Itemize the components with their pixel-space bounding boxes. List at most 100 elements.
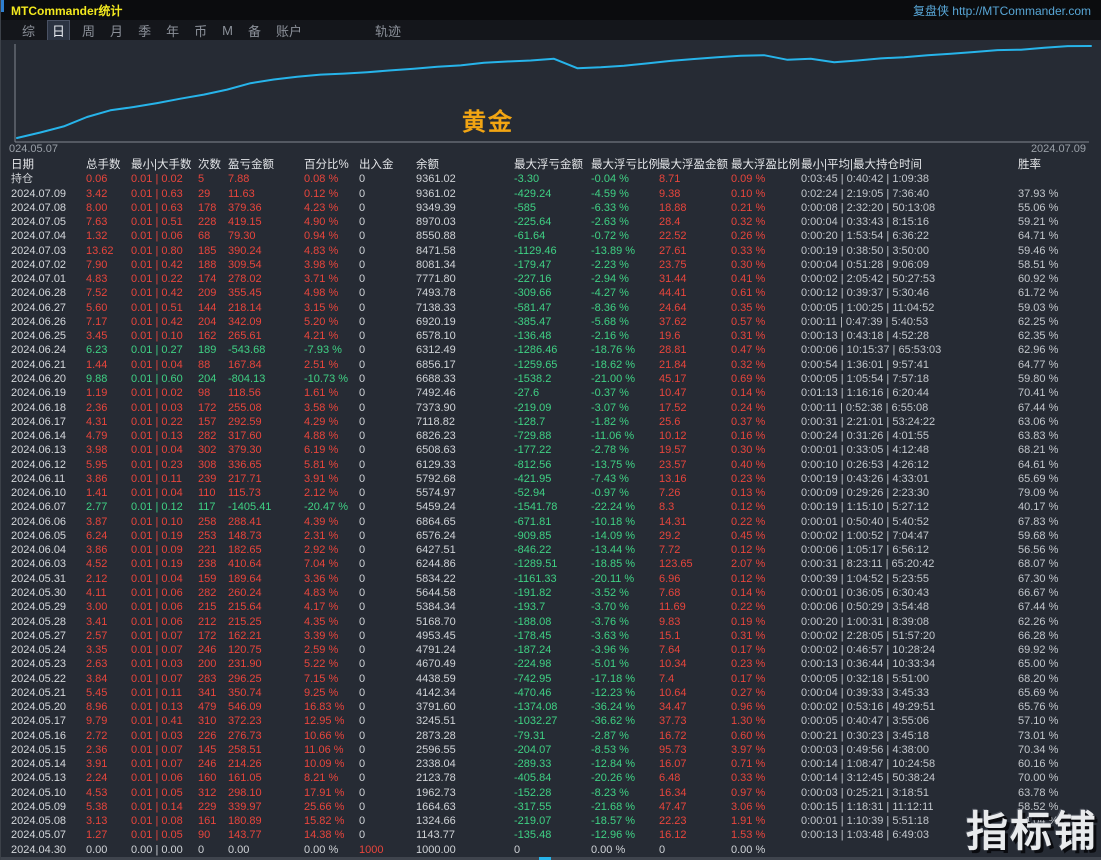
cell: 0.01 | 0.13 [131,701,183,714]
cell: 2024.06.04 [11,544,67,557]
menu-item-4[interactable]: 季 [135,20,154,41]
cell: 7.26 [659,487,681,500]
cell: 7373.90 [416,401,456,414]
cell: 44.41 [659,287,687,300]
table-row[interactable]: 2024.06.28 7.52 0.01 | 0.42 209 355.45 4.98 %… [1,286,1101,300]
table-row[interactable]: 2024.06.11 3.86 0.01 | 0.11 239 217.71 3.91 %… [1,472,1101,486]
table-row[interactable]: 2024.05.27 2.57 0.01 | 0.07 172 162.21 3.39 %… [1,629,1101,643]
cell: 8.3 [659,501,675,514]
table-row[interactable]: 2024.06.06 3.87 0.01 | 0.10 258 288.41 4.39 %… [1,515,1101,529]
table-row[interactable]: 2024.06.04 3.86 0.01 | 0.09 221 182.65 2.92 %… [1,543,1101,557]
menu-item-7[interactable]: M [219,22,236,39]
table-row[interactable]: 2024.05.13 2.24 0.01 | 0.06 160 161.05 8.21 %… [1,771,1101,785]
table-row[interactable]: 2024.05.30 4.11 0.01 | 0.06 282 260.24 4.83 %… [1,586,1101,600]
cell: 0.17 % [731,644,766,657]
cell: 2.31 % [304,529,339,542]
table-row[interactable]: 2024.06.17 4.31 0.01 | 0.22 157 292.59 4.29 %… [1,415,1101,429]
table-row[interactable]: 2024.06.12 5.95 0.01 | 0.23 308 336.65 5.81 %… [1,458,1101,472]
cell: 0 [359,586,366,599]
cell: 8970.03 [416,216,456,229]
cell: 2024.06.12 [11,458,67,471]
column-header-5: 百分比% [304,159,349,171]
cell: -543.68 [228,344,266,357]
menu-item-2[interactable]: 周 [79,20,98,41]
table-row[interactable]: 2024.05.20 8.96 0.01 | 0.13 479 546.09 16.83 … [1,700,1101,714]
cell: 0.01 | 0.23 [131,458,183,471]
table-row[interactable]: 2024.05.24 3.35 0.01 | 0.07 246 120.75 2.59 %… [1,643,1101,657]
cell: -1538.2 [514,372,552,385]
menu-item-8[interactable]: 备 [245,20,264,41]
cell: 6129.33 [416,458,456,471]
chart-symbol-label: 黄金 [462,109,514,136]
app-title: MTCommander统计 [11,3,123,18]
table-row[interactable]: 2024.05.09 5.38 0.01 | 0.14 229 339.97 25.66 … [1,800,1101,814]
table-row[interactable]: 2024.06.14 4.79 0.01 | 0.13 282 317.60 4.88 %… [1,429,1101,443]
table-row[interactable]: 2024.05.17 9.79 0.01 | 0.41 310 372.23 12.95 … [1,714,1101,728]
table-row[interactable]: 持仓 0.06 0.01 | 0.02 5 7.88 0.08 % 0 9361.02 -3.3… [1,172,1101,186]
table-row[interactable]: 2024.06.24 6.23 0.01 | 0.27 189 -543.68 -7.93… [1,343,1101,357]
cell: 8550.88 [416,230,456,243]
menu-item-5[interactable]: 年 [163,20,182,41]
menu-item-1[interactable]: 日 [47,19,71,41]
cell: -18.85 % [591,558,636,571]
table-row[interactable]: 2024.07.09 3.42 0.01 | 0.63 29 11.63 0.12 % 0 9… [1,187,1101,201]
table-row[interactable]: 2024.05.16 2.72 0.01 | 0.03 226 276.73 10.66 … [1,729,1101,743]
table-row[interactable]: 2024.05.08 3.13 0.01 | 0.08 161 180.89 15.82 … [1,814,1101,828]
cell: 0 [359,216,366,229]
table-row[interactable]: 2024.07.03 13.62 0.01 | 0.80 185 390.24 4.83 … [1,244,1101,258]
cell: 7.15 % [304,672,339,685]
table-row[interactable]: 2024.06.19 1.19 0.01 | 0.02 98 118.56 1.61 % 0… [1,386,1101,400]
table-row[interactable]: 2024.05.31 2.12 0.01 | 0.04 159 189.64 3.36 %… [1,572,1101,586]
cell: 5.22 % [304,658,339,671]
table-row[interactable]: 2024.06.25 3.45 0.01 | 0.10 162 265.61 4.21 %… [1,329,1101,343]
cell: -317.55 [514,800,552,813]
brand-link[interactable]: 复盘侠 http://MTCommander.com [913,2,1091,19]
table-row[interactable]: 2024.05.14 3.91 0.01 | 0.07 246 214.26 10.09 … [1,757,1101,771]
table-row[interactable]: 2024.05.21 5.45 0.01 | 0.11 341 350.74 9.25 %… [1,686,1101,700]
menu-item-0[interactable]: 综 [19,20,38,41]
cell: -289.33 [514,758,552,771]
table-row[interactable]: 2024.06.13 3.98 0.01 | 0.04 302 379.30 6.19 %… [1,443,1101,457]
table-row[interactable]: 2024.05.15 2.36 0.01 | 0.07 145 258.51 11.06 … [1,743,1101,757]
menu-item-6[interactable]: 币 [191,20,210,41]
menu-item-3[interactable]: 月 [107,20,126,41]
cell: 2024.06.14 [11,430,67,443]
column-header-12: 最小|平均|最大持仓时间 [801,159,922,171]
cell: 0:00:05 | 1:05:54 | 7:57:18 [801,372,930,385]
table-row[interactable]: 2024.07.04 1.32 0.01 | 0.06 68 79.30 0.94 % 0 8… [1,229,1101,243]
table-row[interactable]: 2024.05.28 3.41 0.01 | 0.06 212 215.25 4.35 %… [1,615,1101,629]
cell: 6.19 % [304,444,339,457]
cell: 0.01 | 0.03 [131,729,183,742]
table-row[interactable]: 2024.06.27 5.60 0.01 | 0.51 144 218.14 3.15 %… [1,301,1101,315]
cell: 0.97 % [731,786,766,799]
cell: 3.98 [86,444,108,457]
cell: 7493.78 [416,287,456,300]
cell: 390.24 [228,244,262,257]
table-row[interactable]: 2024.05.10 4.53 0.01 | 0.05 312 298.10 17.91 … [1,786,1101,800]
cell: 37.73 [659,715,687,728]
table-row[interactable]: 2024.06.10 1.41 0.01 | 0.04 110 115.73 2.12 %… [1,486,1101,500]
cell: 0 [359,686,366,699]
table-row[interactable]: 2024.06.03 4.52 0.01 | 0.19 238 410.64 7.04 %… [1,557,1101,571]
table-row[interactable]: 2024.05.07 1.27 0.01 | 0.05 90 143.77 14.38 %… [1,828,1101,842]
table-row[interactable]: 2024.06.21 1.44 0.01 | 0.04 88 167.84 2.51 % 0… [1,358,1101,372]
table-row[interactable]: 2024.07.02 7.90 0.01 | 0.42 188 309.54 3.98 %… [1,258,1101,272]
table-row[interactable]: 2024.05.23 2.63 0.01 | 0.03 200 231.90 5.22 %… [1,657,1101,671]
cell: 2024.07.01 [11,273,67,286]
menu-item-9[interactable]: 账户 [273,20,305,41]
table-row[interactable]: 2024.07.05 7.63 0.01 | 0.51 228 419.15 4.90 %… [1,215,1101,229]
table-row[interactable]: 2024.06.05 6.24 0.01 | 0.19 253 148.73 2.31 %… [1,529,1101,543]
table-row[interactable]: 2024.07.08 8.00 0.01 | 0.63 178 379.36 4.23 %… [1,201,1101,215]
table-row[interactable]: 2024.06.07 2.77 0.01 | 0.12 117 -1405.41 -20.… [1,500,1101,514]
table-row[interactable]: 2024.05.22 3.84 0.01 | 0.07 283 296.25 7.15 %… [1,672,1101,686]
table-row[interactable]: 2024.05.29 3.00 0.01 | 0.06 215 215.64 4.17 %… [1,600,1101,614]
table-row[interactable]: 2024.06.20 9.88 0.01 | 0.60 204 -804.13 -10.7… [1,372,1101,386]
cell: 68.21 % [1018,444,1059,457]
cell: 258 [198,515,217,528]
table-row[interactable]: 2024.06.26 7.17 0.01 | 0.42 204 342.09 5.20 %… [1,315,1101,329]
table-row[interactable]: 2024.07.01 4.83 0.01 | 0.22 174 278.02 3.71 %… [1,272,1101,286]
menu-item-trail[interactable]: 轨迹 [372,20,404,41]
table-row[interactable]: 2024.06.18 2.36 0.01 | 0.03 172 255.08 3.58 %… [1,401,1101,415]
cell: 67.44 % [1018,401,1059,414]
table-row[interactable]: 2024.04.30 0.00 0.00 | 0.00 0 0.00 0.00 % 1000… [1,843,1101,857]
